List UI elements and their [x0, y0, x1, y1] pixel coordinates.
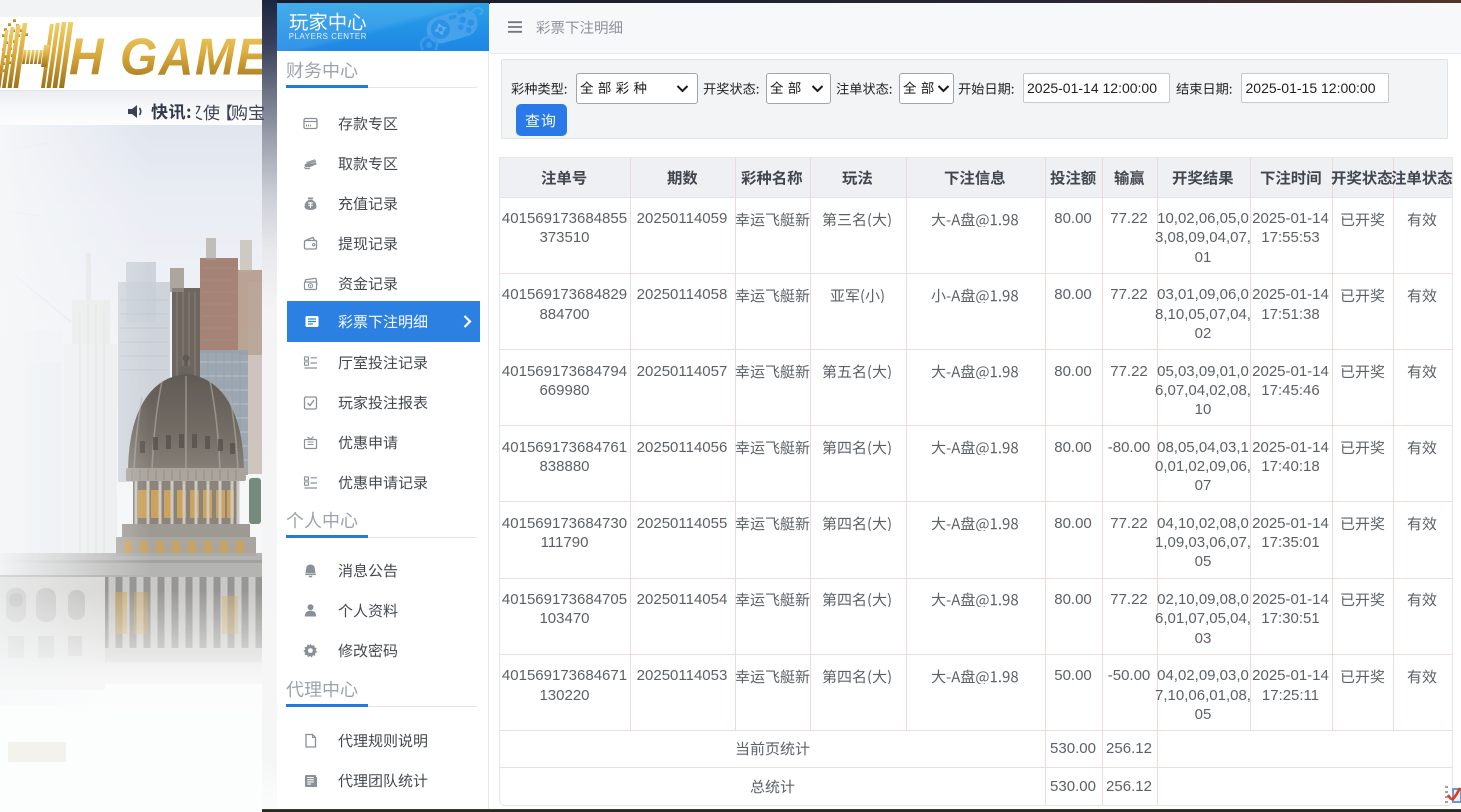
svg-text:H GAME: H GAME: [69, 28, 262, 86]
